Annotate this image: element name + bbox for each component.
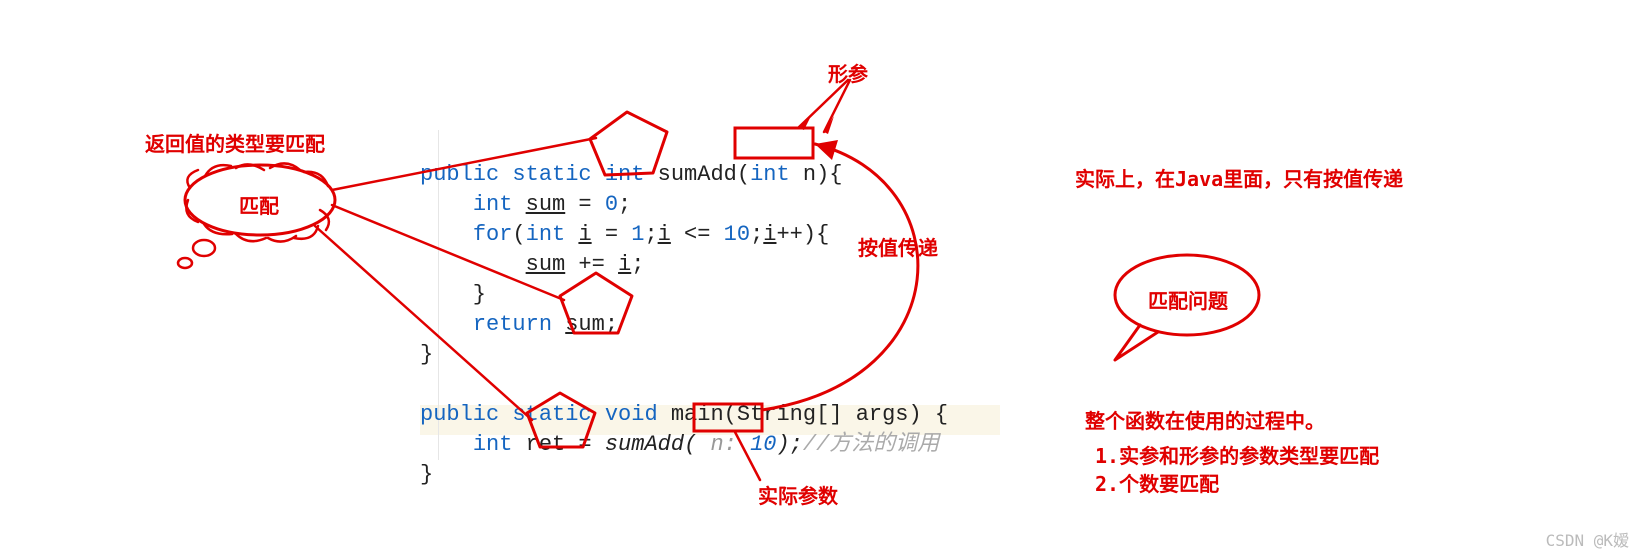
watermark: CSDN @K嫒 [1546, 527, 1629, 551]
semi2: ; [605, 312, 618, 337]
eq: = [565, 192, 605, 217]
actual-param-label: 实际参数 [758, 480, 838, 509]
call-hint: n: [697, 432, 750, 457]
for-sep1: ; [644, 222, 657, 247]
ret-var: ret [526, 432, 566, 457]
comment: //方法的调用 [803, 432, 939, 457]
decl-int: int [473, 192, 513, 217]
main-public: public [420, 402, 499, 427]
for-inc: ++ [776, 222, 802, 247]
i-in-loop: i [618, 252, 631, 277]
for-sep2: ; [750, 222, 763, 247]
for-i2: i [658, 222, 671, 247]
code-block: public static int sumAdd(int n){ int sum… [420, 130, 948, 490]
param-name: n [803, 162, 816, 187]
summary-title: 整个函数在使用的过程中。 [1085, 405, 1325, 434]
semi1: ; [631, 252, 644, 277]
return-type-match-label: 返回值的类型要匹配 [145, 128, 325, 157]
main-static: static [512, 402, 591, 427]
for-i3: i [763, 222, 776, 247]
kw-static: static [512, 162, 591, 187]
kw-int: int [605, 162, 645, 187]
for-eq: = [592, 222, 632, 247]
kw-for: for [473, 222, 513, 247]
param-type: int [750, 162, 790, 187]
main-args: (String[] args) { [724, 402, 948, 427]
for-ten: 10 [724, 222, 750, 247]
for-le: <= [671, 222, 724, 247]
call-end: ); [776, 432, 802, 457]
summary-item1: 1.实参和形参的参数类型要匹配 [1095, 440, 1379, 469]
match-bubble-text: 匹配 [239, 190, 279, 219]
by-value-label: 按值传递 [858, 232, 938, 261]
var-sum: sum [526, 192, 566, 217]
match-problem-text: 匹配问题 [1148, 285, 1228, 314]
method-name: sumAdd [658, 162, 737, 187]
main-name: main [671, 402, 724, 427]
ret-int: int [473, 432, 513, 457]
sum-in-loop: sum [526, 252, 566, 277]
num-zero: 0 [605, 192, 618, 217]
formal-param-label: 形参 [828, 58, 868, 87]
kw-public: public [420, 162, 499, 187]
return-sum: sum [565, 312, 605, 337]
right-statement: 实际上，在Java里面，只有按值传递 [1075, 163, 1403, 192]
main-void: void [605, 402, 658, 427]
plus-eq: += [565, 252, 618, 277]
call-name: sumAdd [605, 432, 684, 457]
summary-item2: 2.个数要匹配 [1095, 468, 1219, 497]
for-one: 1 [631, 222, 644, 247]
for-int: int [526, 222, 566, 247]
ret-eq: = [565, 432, 605, 457]
call-val: 10 [750, 432, 776, 457]
for-i: i [578, 222, 591, 247]
kw-return: return [473, 312, 552, 337]
